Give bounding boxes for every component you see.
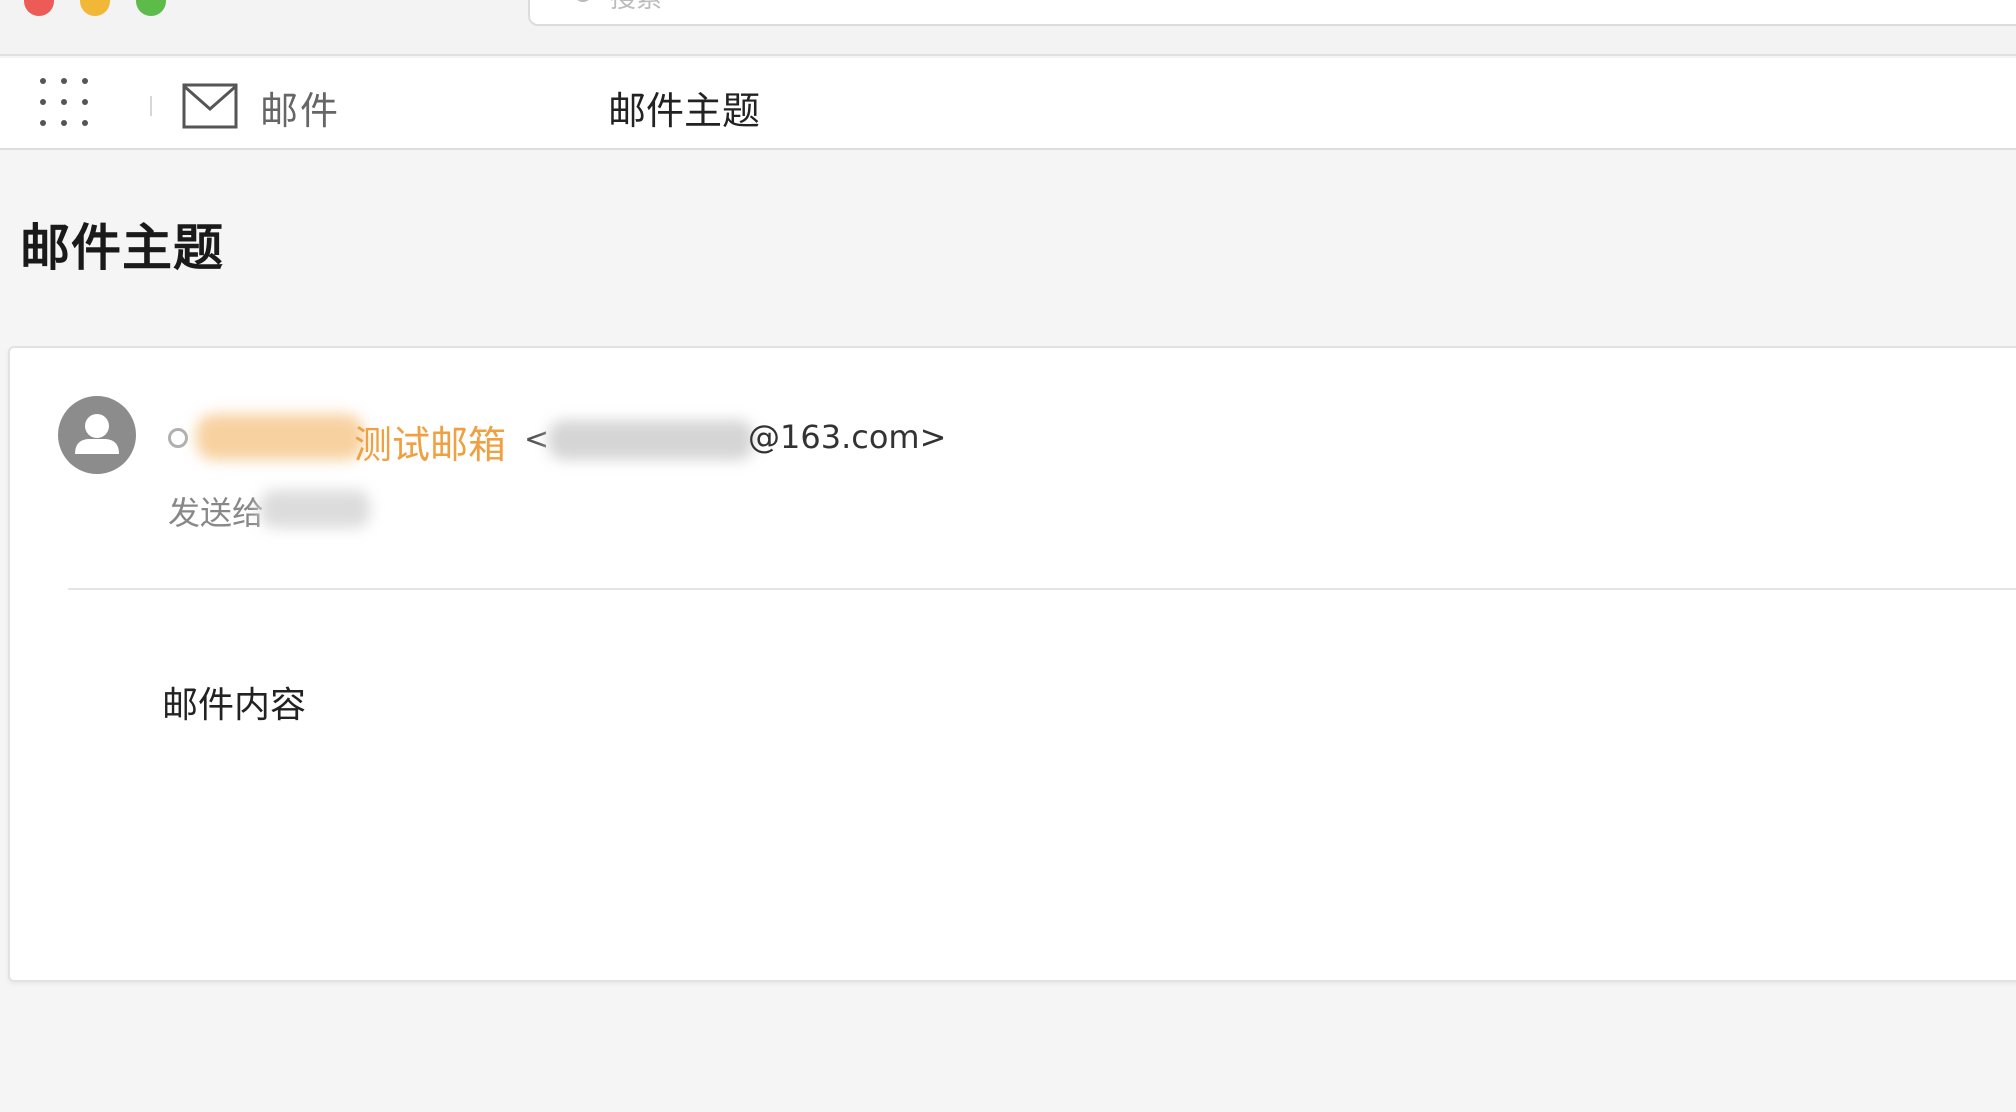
sender-address-open: < — [524, 422, 550, 457]
sender-address-redacted — [548, 420, 754, 460]
minimize-window-button[interactable] — [80, 0, 110, 16]
toolbar-divider — [150, 96, 152, 116]
search-icon — [574, 0, 592, 2]
page-title: 邮件主题 — [20, 219, 224, 277]
send-to-label: 发送给 — [168, 494, 265, 532]
search-input[interactable]: 搜索 — [528, 0, 2016, 26]
recipient-redacted — [260, 490, 370, 528]
avatar — [58, 396, 136, 474]
app-name[interactable]: 邮件 — [260, 80, 340, 135]
sender-name-redacted — [196, 414, 364, 460]
message-card: 测试邮箱 < @163.com> 发送给 邮件内容 — [8, 346, 2016, 982]
message-body: 邮件内容 — [162, 685, 307, 726]
mail-icon[interactable] — [182, 83, 238, 129]
status-dot-icon — [168, 428, 188, 448]
close-window-button[interactable] — [24, 0, 54, 16]
app-toolbar: 邮件 邮件主题 — [0, 58, 2016, 150]
sender-name[interactable]: 测试邮箱 — [354, 414, 506, 469]
window-titlebar: 搜索 — [0, 0, 2016, 56]
toolbar-subject-title: 邮件主题 — [608, 89, 761, 133]
search-placeholder: 搜索 — [610, 0, 662, 15]
app-launcher-icon[interactable] — [40, 78, 88, 126]
maximize-window-button[interactable] — [136, 0, 166, 16]
header-divider — [68, 588, 2016, 590]
sender-address: @163.com> — [748, 418, 947, 456]
